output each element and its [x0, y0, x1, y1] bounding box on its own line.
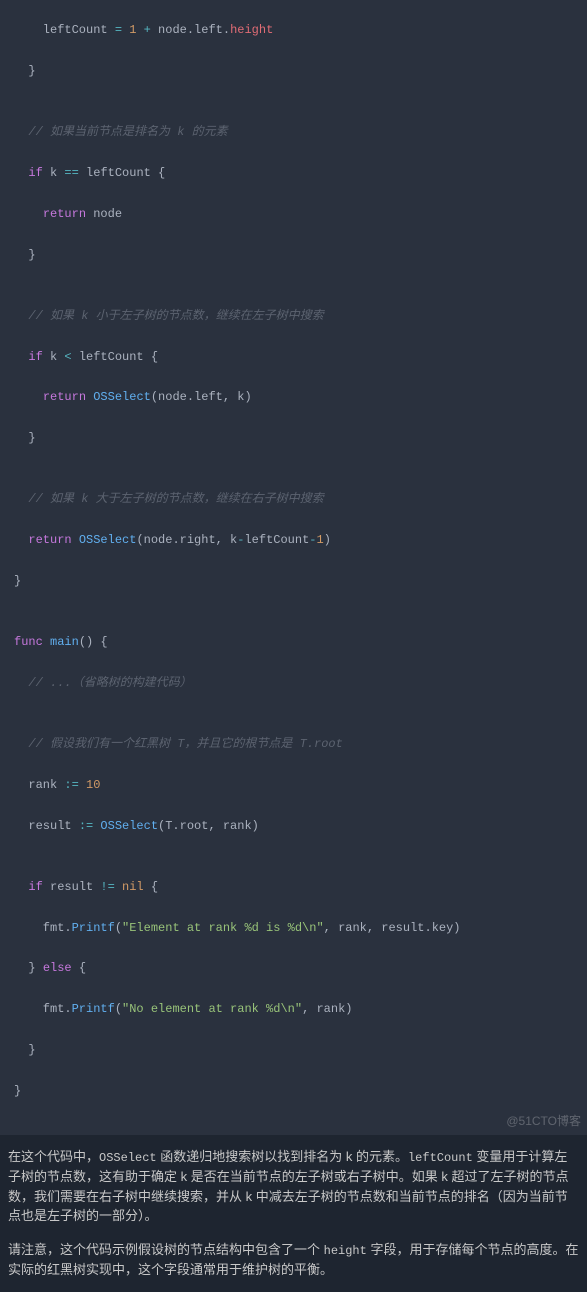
code-line: } — [14, 428, 573, 448]
code-comment: // ...（省略树的构建代码） — [14, 673, 573, 693]
code-line: } — [14, 1040, 573, 1060]
code-line: } — [14, 1081, 573, 1101]
code-block: leftCount = 1 + node.left.height } // 如果… — [0, 0, 587, 1135]
code-line: } — [14, 245, 573, 265]
code-line: func main() { — [14, 632, 573, 652]
paragraph: 请注意，这个代码示例假设树的节点结构中包含了一个 height 字段，用于存储每… — [8, 1240, 579, 1280]
code-line: } — [14, 571, 573, 591]
code-line: } else { — [14, 958, 573, 978]
code-line: result := OSSelect(T.root, rank) — [14, 816, 573, 836]
code-line: } — [14, 61, 573, 81]
code-line: if k < leftCount { — [14, 347, 573, 367]
code-wrapper: leftCount = 1 + node.left.height } // 如果… — [0, 0, 587, 1135]
code-comment: // 如果 k 大于左子树的节点数，继续在右子树中搜索 — [14, 489, 573, 509]
code-line: fmt.Printf("No element at rank %d\n", ra… — [14, 999, 573, 1019]
code-line: if k == leftCount { — [14, 163, 573, 183]
code-line: return OSSelect(node.right, k-leftCount-… — [14, 530, 573, 550]
code-comment: // 如果 k 小于左子树的节点数，继续在左子树中搜索 — [14, 306, 573, 326]
code-line: return node — [14, 204, 573, 224]
explanation-text: 在这个代码中，OSSelect 函数递归地搜索树以找到排名为 k 的元素。lef… — [0, 1135, 587, 1279]
code-line: fmt.Printf("Element at rank %d is %d\n",… — [14, 918, 573, 938]
paragraph: 在这个代码中，OSSelect 函数递归地搜索树以找到排名为 k 的元素。lef… — [8, 1147, 579, 1226]
code-comment: // 如果当前节点是排名为 k 的元素 — [14, 122, 573, 142]
code-line: rank := 10 — [14, 775, 573, 795]
code-comment: // 假设我们有一个红黑树 T，并且它的根节点是 T.root — [14, 734, 573, 754]
code-line: leftCount = 1 + node.left.height — [14, 20, 573, 40]
code-line: if result != nil { — [14, 877, 573, 897]
code-line: return OSSelect(node.left, k) — [14, 387, 573, 407]
